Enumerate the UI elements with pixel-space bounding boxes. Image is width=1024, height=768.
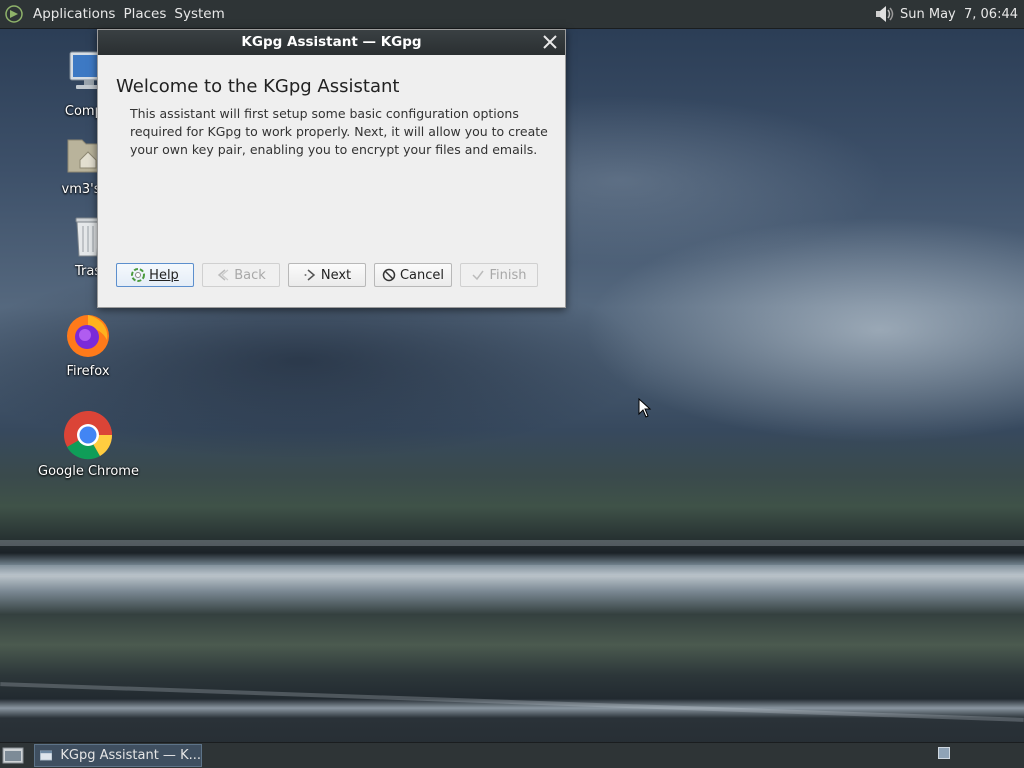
close-icon[interactable] — [541, 33, 559, 51]
page-title: Welcome to the KGpg Assistant — [116, 76, 400, 97]
show-desktop-icon[interactable] — [2, 746, 24, 765]
workspace-switcher[interactable] — [938, 747, 950, 759]
system-tray: Sun May 7, 06:44 — [874, 0, 1018, 28]
desktop-icon-firefox[interactable]: Firefox — [38, 310, 138, 379]
desktop-icon-chrome[interactable]: Google Chrome — [38, 410, 139, 479]
window-icon — [40, 750, 53, 761]
clock[interactable]: Sun May 7, 06:44 — [900, 7, 1018, 22]
kgpg-assistant-dialog: KGpg Assistant — KGpg Welcome to the KGp… — [97, 29, 566, 308]
cancel-icon — [382, 268, 396, 282]
menu-system[interactable]: System — [170, 6, 228, 22]
next-button-label: Next — [320, 267, 352, 283]
bottom-panel: KGpg Assistant — K... — [0, 742, 1024, 768]
menu-places[interactable]: Places — [119, 6, 170, 22]
description-text: This assistant will first setup some bas… — [130, 106, 548, 157]
desktop-icon-label: Google Chrome — [38, 464, 139, 479]
help-icon — [131, 268, 146, 282]
help-button-label: Help — [149, 267, 179, 283]
finish-button[interactable]: Finish — [460, 263, 538, 287]
help-button[interactable]: Help — [116, 263, 194, 287]
desktop-icon-label: Firefox — [66, 364, 110, 379]
top-panel: Applications Places System Sun May 7, 06… — [0, 0, 1024, 28]
taskbar-item-label: KGpg Assistant — K... — [60, 748, 201, 763]
dialog-titlebar[interactable]: KGpg Assistant — KGpg — [98, 30, 565, 55]
volume-icon[interactable] — [874, 4, 896, 24]
finish-button-label: Finish — [489, 267, 527, 283]
cancel-button[interactable]: Cancel — [374, 263, 452, 287]
mouse-cursor-icon — [638, 398, 652, 418]
back-button-label: Back — [234, 267, 266, 283]
taskbar-item-kgpg[interactable]: KGpg Assistant — K... — [34, 744, 202, 767]
distro-logo-icon[interactable] — [4, 4, 24, 24]
chrome-icon — [64, 411, 113, 460]
firefox-icon — [67, 315, 109, 357]
checkmark-icon — [472, 270, 485, 281]
cancel-button-label: Cancel — [399, 267, 445, 283]
menu-applications[interactable]: Applications — [29, 6, 119, 22]
next-arrow-icon — [304, 269, 316, 281]
dialog-title: KGpg Assistant — KGpg — [241, 34, 422, 50]
back-arrow-icon — [218, 269, 229, 281]
next-button[interactable]: Next — [288, 263, 366, 287]
back-button[interactable]: Back — [202, 263, 280, 287]
